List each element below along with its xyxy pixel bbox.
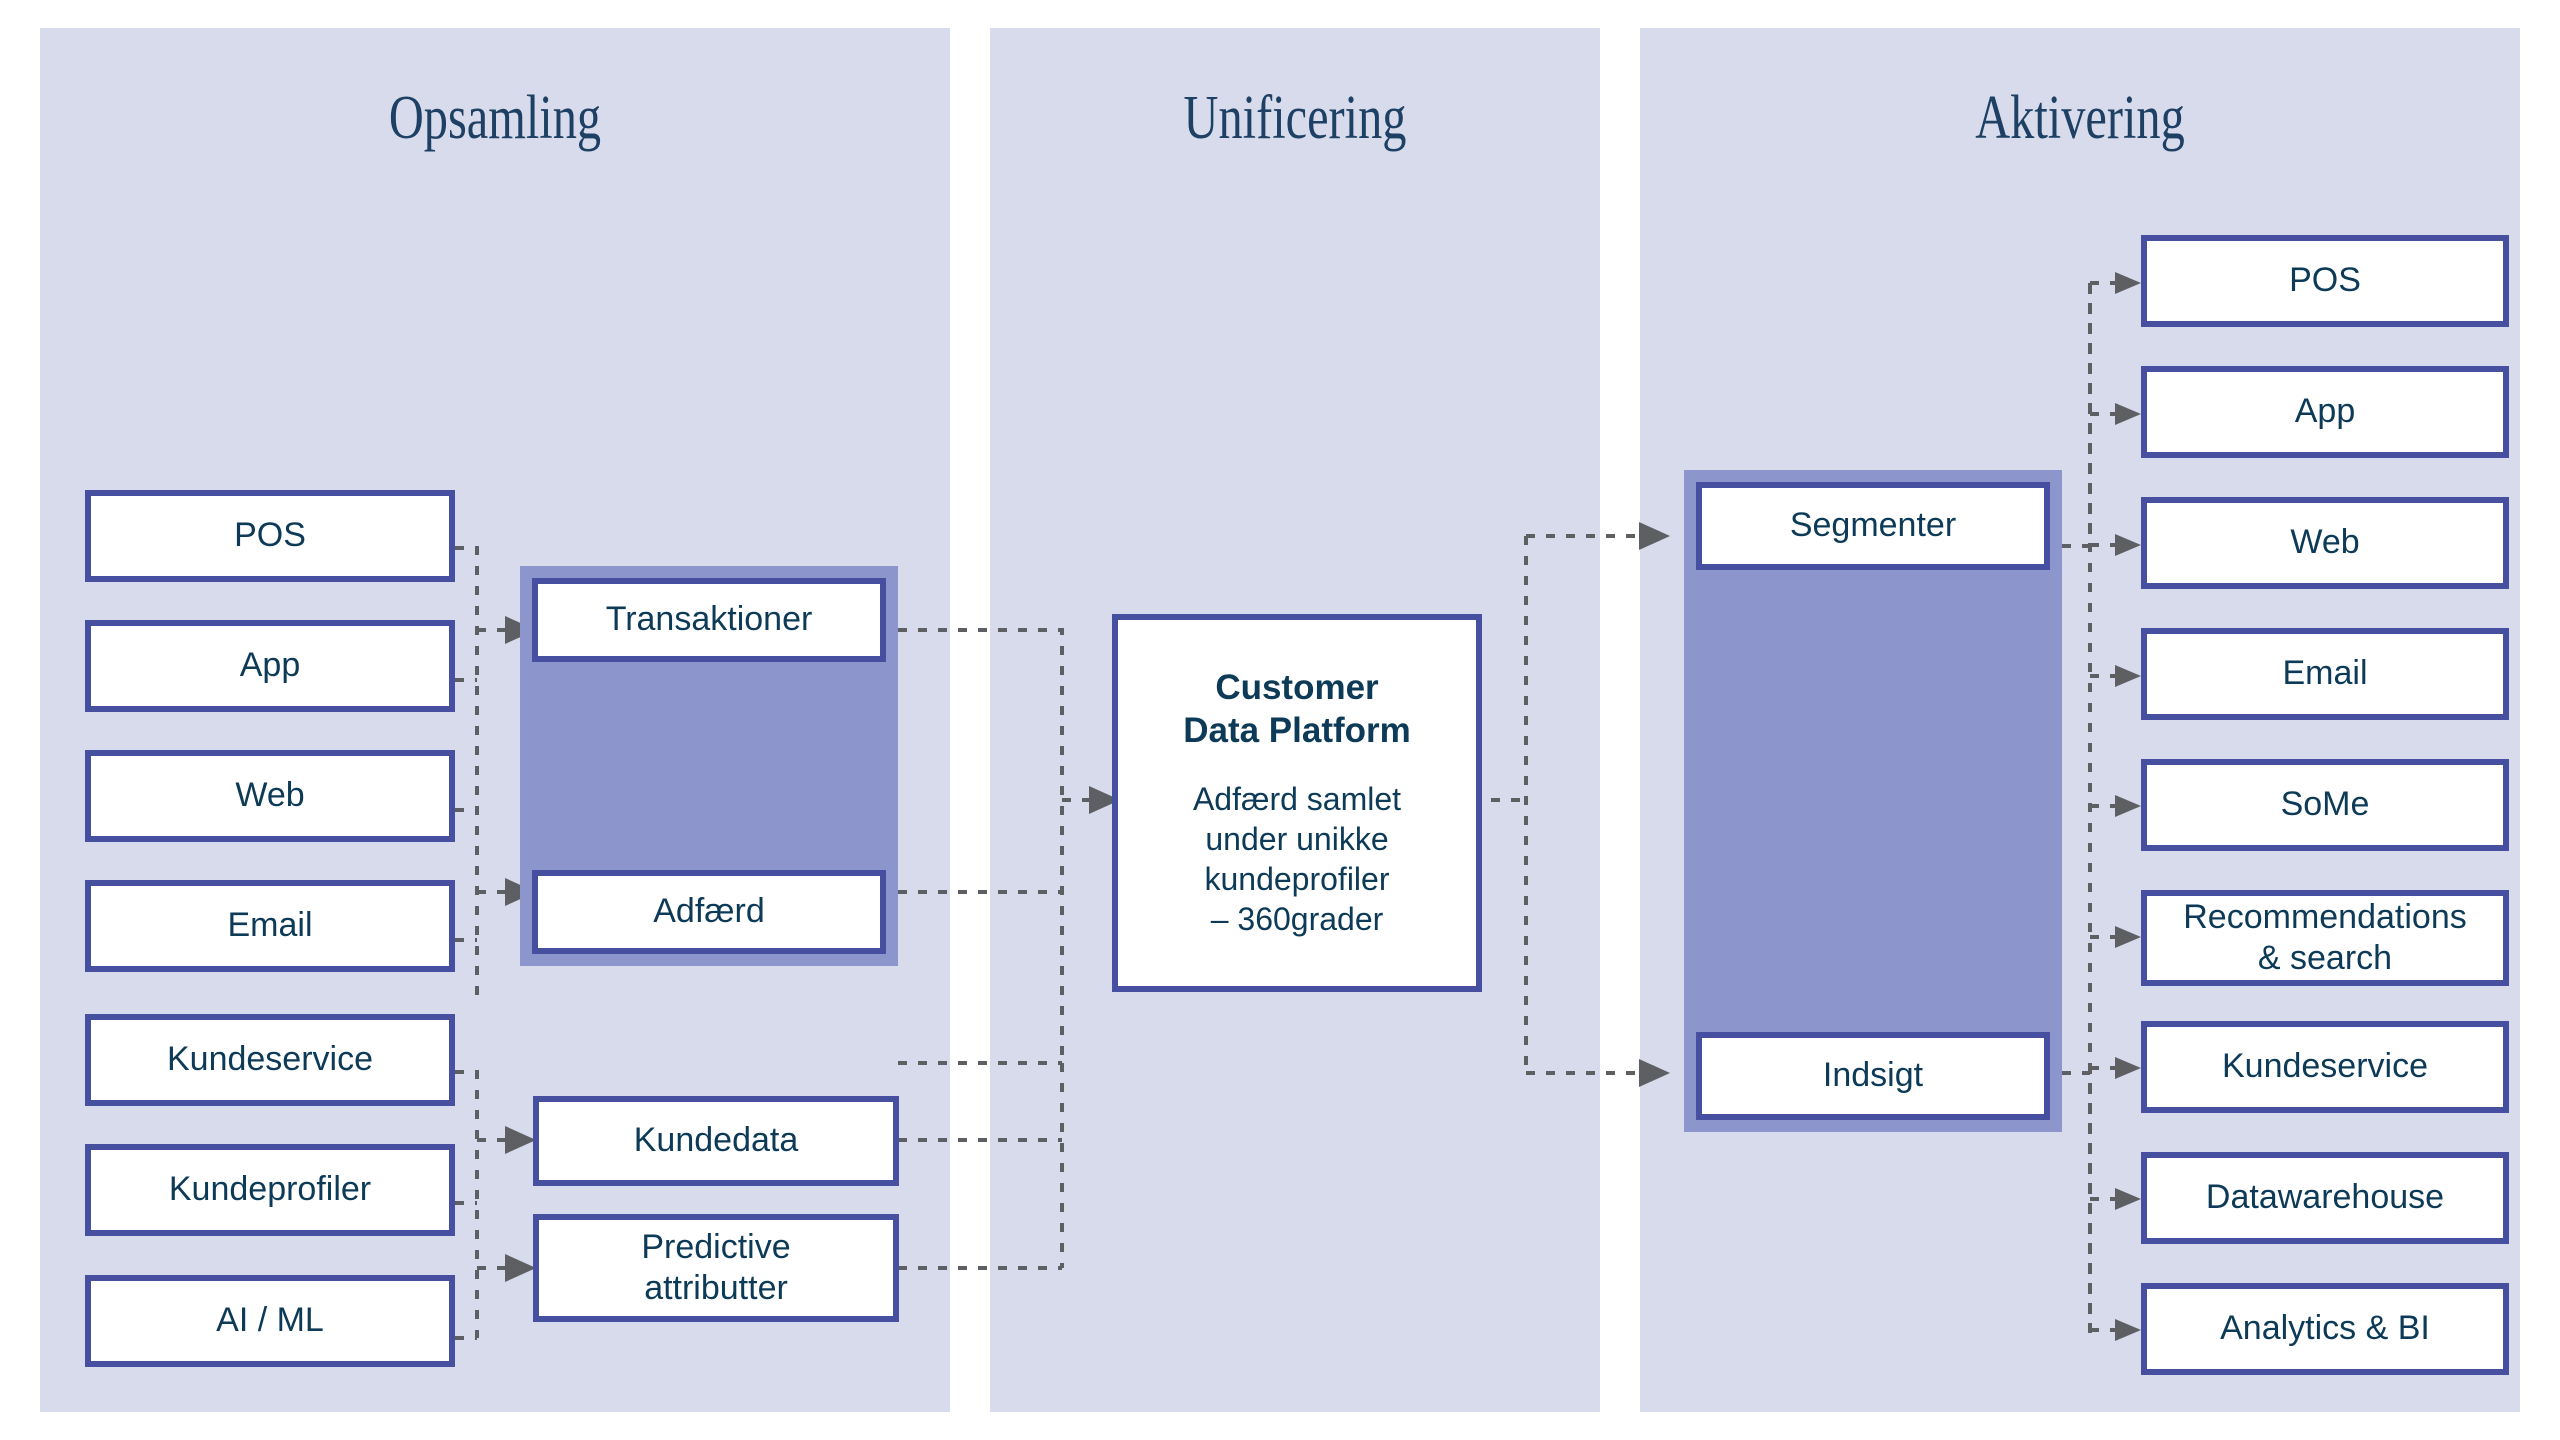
- source-box-ai-ml[interactable]: AI / ML: [85, 1275, 455, 1367]
- cdp-title: Customer Data Platform: [1183, 668, 1411, 750]
- source-box-pos[interactable]: POS: [85, 490, 455, 582]
- source-box-label: Email: [227, 906, 313, 945]
- data-box-label: Adfærd: [653, 892, 765, 931]
- channel-box-label: Analytics & BI: [2220, 1309, 2430, 1348]
- channel-box-datawarehouse[interactable]: Datawarehouse: [2141, 1152, 2509, 1244]
- diagram-canvas: Opsamling Unificering Aktivering POS App…: [0, 0, 2560, 1440]
- source-box-label: AI / ML: [216, 1301, 324, 1340]
- data-box-adfaerd[interactable]: Adfærd: [532, 870, 886, 954]
- activation-box-segmenter[interactable]: Segmenter: [1696, 482, 2050, 570]
- channel-box-recommendations-search[interactable]: Recommendations & search: [2141, 890, 2509, 986]
- data-group-behaviour: Transaktioner Adfærd: [520, 566, 898, 966]
- channel-box-web[interactable]: Web: [2141, 497, 2509, 589]
- cdp-description: Adfærd samlet under unikke kundeprofiler…: [1192, 780, 1402, 937]
- source-box-email[interactable]: Email: [85, 880, 455, 972]
- channel-box-label: SoMe: [2280, 785, 2370, 824]
- activation-group-segments-insights: Segmenter Indsigt: [1684, 470, 2062, 1132]
- source-box-label: App: [239, 646, 301, 685]
- column-title-unificering: Unificering: [1183, 84, 1407, 152]
- source-box-label: Web: [235, 776, 305, 815]
- channel-box-app[interactable]: App: [2141, 366, 2509, 458]
- channel-box-label: Email: [2282, 654, 2368, 693]
- channel-box-email[interactable]: Email: [2141, 628, 2509, 720]
- source-box-web[interactable]: Web: [85, 750, 455, 842]
- data-box-label: Predictive attributter: [641, 1228, 791, 1307]
- activation-box-indsigt[interactable]: Indsigt: [1696, 1032, 2050, 1120]
- channel-box-label: POS: [2289, 261, 2361, 300]
- source-box-label: Kundeprofiler: [168, 1170, 372, 1209]
- data-box-transaktioner[interactable]: Transaktioner: [532, 578, 886, 662]
- source-box-kundeservice[interactable]: Kundeservice: [85, 1014, 455, 1106]
- data-box-label: Kundedata: [633, 1121, 799, 1160]
- channel-box-label: Web: [2290, 523, 2360, 562]
- customer-data-platform-box[interactable]: Customer Data Platform Adfærd samlet und…: [1112, 614, 1482, 992]
- source-box-app[interactable]: App: [85, 620, 455, 712]
- source-box-kundeprofiler[interactable]: Kundeprofiler: [85, 1144, 455, 1236]
- source-box-label: POS: [234, 516, 306, 555]
- channel-box-analytics-bi[interactable]: Analytics & BI: [2141, 1283, 2509, 1375]
- channel-box-kundeservice[interactable]: Kundeservice: [2141, 1021, 2509, 1113]
- activation-box-label: Segmenter: [1789, 506, 1957, 545]
- column-title-opsamling: Opsamling: [388, 84, 602, 152]
- channel-box-label: Datawarehouse: [2205, 1178, 2445, 1217]
- data-box-kundedata[interactable]: Kundedata: [533, 1096, 899, 1186]
- column-title-aktivering: Aktivering: [1975, 84, 2185, 152]
- channel-box-label: Recommendations & search: [2183, 898, 2467, 977]
- data-box-label: Transaktioner: [605, 600, 813, 639]
- data-box-predictive-attributter[interactable]: Predictive attributter: [533, 1214, 899, 1322]
- activation-box-label: Indsigt: [1822, 1056, 1924, 1095]
- channel-box-some[interactable]: SoMe: [2141, 759, 2509, 851]
- channel-box-pos[interactable]: POS: [2141, 235, 2509, 327]
- channel-box-label: Kundeservice: [2221, 1047, 2428, 1086]
- source-box-label: Kundeservice: [166, 1040, 373, 1079]
- channel-box-label: App: [2294, 392, 2356, 431]
